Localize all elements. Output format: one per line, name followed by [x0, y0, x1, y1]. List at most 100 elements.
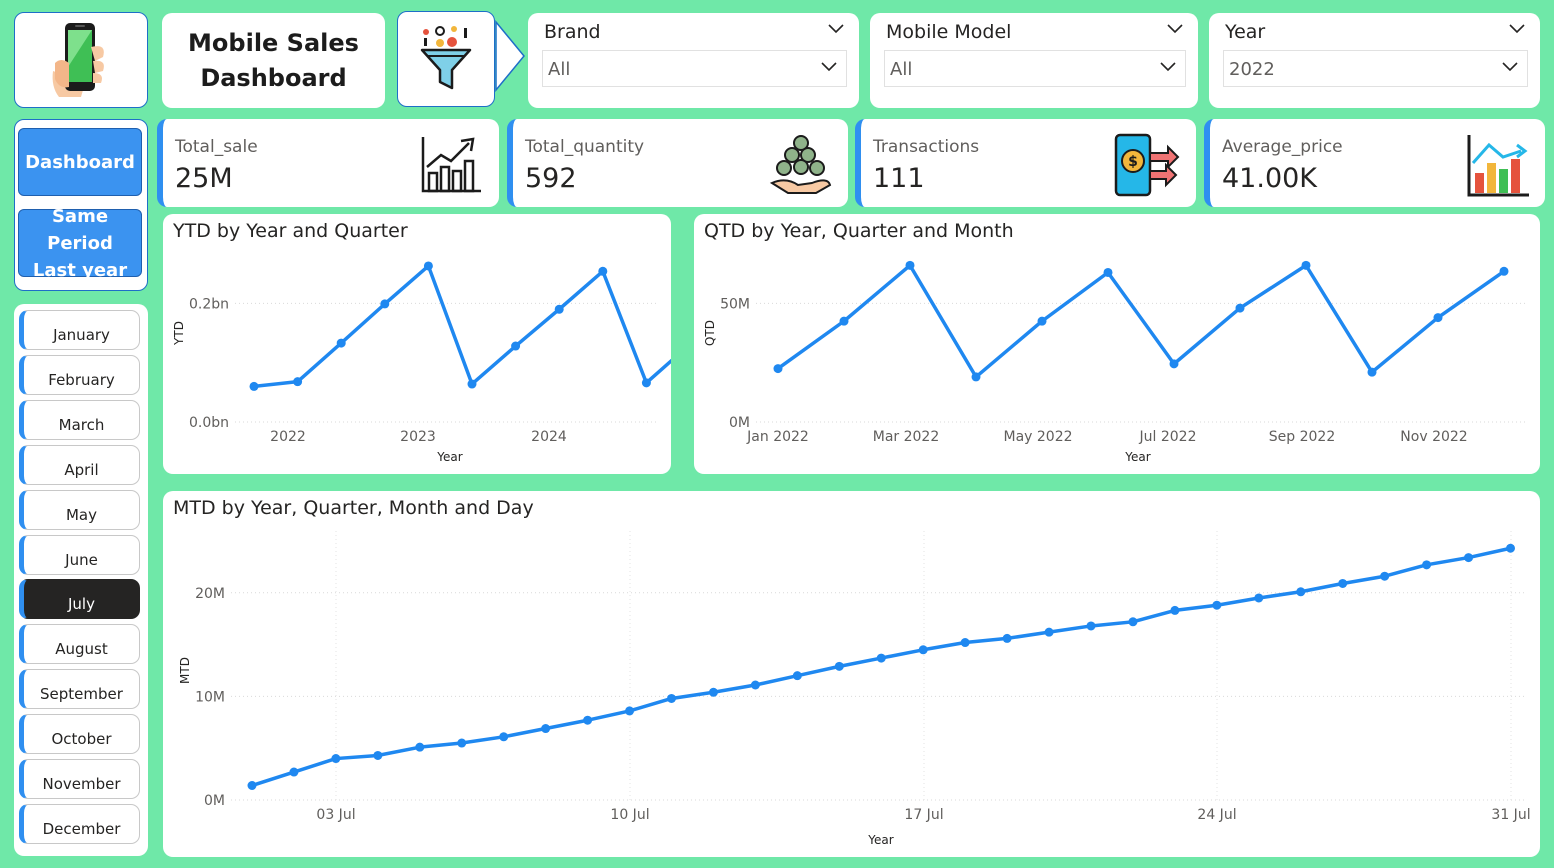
phone-in-hand-icon	[52, 23, 104, 97]
month-label: September	[40, 685, 123, 703]
month-label: November	[42, 775, 121, 793]
data-point	[1254, 593, 1264, 603]
ytd-chart: YTD by Year and Quarter 0.0bn 0.2bn 2022 20…	[163, 214, 671, 474]
data-point	[960, 638, 970, 648]
data-point	[289, 767, 299, 777]
kpi-value: 111	[873, 163, 925, 194]
data-point	[247, 780, 257, 790]
data-point	[1499, 266, 1509, 276]
data-point	[336, 338, 346, 348]
chevron-down-icon[interactable]	[820, 61, 838, 73]
kpi-value: 592	[525, 163, 577, 194]
month-label: May	[65, 506, 97, 524]
month-button-july[interactable]: July	[19, 579, 140, 619]
kpi-value: 25M	[175, 163, 233, 194]
year-slicer[interactable]: Year 2022	[1209, 13, 1540, 108]
data-point	[750, 680, 760, 690]
brand-slicer[interactable]: Brand All	[528, 13, 859, 108]
month-button-november[interactable]: November	[19, 759, 140, 799]
year-dropdown[interactable]: 2022	[1223, 50, 1528, 87]
month-button-april[interactable]: April	[19, 445, 140, 485]
month-button-march[interactable]: March	[19, 400, 140, 440]
data-point	[331, 754, 341, 764]
y-tick-label: 0.2bn	[189, 296, 229, 312]
data-point	[1433, 313, 1443, 323]
x-tick-label: Sep 2022	[1269, 429, 1335, 445]
month-label: January	[53, 326, 110, 344]
funnel-icon	[420, 26, 472, 90]
month-button-february[interactable]: February	[19, 355, 140, 395]
dashboard-button[interactable]: Dashboard	[18, 128, 142, 196]
data-point	[834, 661, 844, 671]
mobile-model-selected-value: All	[890, 59, 913, 80]
same-period-label-line-2: Last year	[32, 259, 128, 281]
y-tick-label: 0M	[204, 793, 225, 809]
month-label: December	[42, 820, 121, 838]
month-button-may[interactable]: May	[19, 490, 140, 530]
kpi-label: Total_sale	[175, 137, 258, 157]
x-tick-label: 17 Jul	[904, 807, 943, 823]
month-button-december[interactable]: December	[19, 804, 140, 844]
x-tick-label: 24 Jul	[1197, 807, 1236, 823]
kpi-card-average-price: Average_price 41.00K	[1204, 119, 1545, 207]
series-line	[776, 263, 1506, 379]
chevron-down-icon[interactable]	[1508, 23, 1526, 35]
data-point	[415, 742, 425, 752]
data-point	[876, 653, 886, 663]
brand-dropdown[interactable]: All	[542, 50, 847, 87]
y-axis-title: YTD	[172, 321, 186, 346]
mobile-model-slicer[interactable]: Mobile Model All	[870, 13, 1198, 108]
filter-card[interactable]	[397, 11, 495, 107]
month-button-june[interactable]: June	[19, 535, 140, 575]
data-point	[583, 715, 593, 725]
y-tick-label: 20M	[195, 586, 225, 602]
data-point	[1170, 605, 1180, 615]
data-point	[1169, 359, 1179, 369]
month-button-august[interactable]: August	[19, 624, 140, 664]
data-point	[1044, 627, 1054, 637]
mobile-model-dropdown[interactable]: All	[884, 50, 1186, 87]
logo-card	[14, 12, 148, 108]
data-point	[1338, 578, 1348, 588]
data-point	[457, 738, 467, 748]
kpi-card-total-sale: Total_sale 25M	[157, 119, 499, 207]
x-tick-label: 2023	[400, 429, 436, 445]
chevron-down-icon[interactable]	[827, 23, 845, 35]
series-line	[253, 264, 671, 389]
kpi-label: Transactions	[873, 137, 980, 157]
data-point	[1235, 303, 1245, 313]
x-tick-label: Jan 2022	[746, 429, 809, 445]
svg-text:$: $	[1128, 154, 1138, 170]
chart-svg: 0M50MJan 2022 Mar 2022 May 2022 Jul 2022 Sep…	[703, 260, 1526, 464]
chevron-down-icon[interactable]	[1166, 23, 1184, 35]
data-point	[499, 732, 509, 742]
data-point	[1422, 560, 1432, 570]
data-point	[467, 379, 477, 389]
x-tick-label: Jul 2022	[1139, 429, 1197, 445]
kpi-value: 41.00K	[1222, 163, 1318, 194]
kpi-label: Total_quantity	[525, 137, 645, 157]
qtd-chart: QTD by Year, Quarter and Month 0M 50M Jan …	[694, 214, 1540, 474]
month-button-october[interactable]: October	[19, 714, 140, 754]
data-point	[1002, 633, 1012, 643]
brand-selected-value: All	[548, 59, 571, 80]
month-slicer: January February March April May June Ju…	[14, 304, 148, 856]
same-period-last-year-button[interactable]: Same Period Last year	[18, 206, 142, 281]
title-line-2: Dashboard	[200, 63, 347, 92]
month-label: October	[51, 730, 112, 748]
data-point	[1301, 260, 1311, 270]
data-point	[1506, 543, 1515, 553]
kpi-label: Average_price	[1222, 137, 1343, 157]
chevron-down-icon[interactable]	[1159, 61, 1177, 73]
data-point	[667, 693, 676, 703]
x-tick-label: May 2022	[1003, 429, 1072, 445]
month-button-september[interactable]: September	[19, 669, 140, 709]
month-button-january[interactable]: January	[19, 310, 140, 350]
y-tick-label: 10M	[195, 689, 225, 705]
data-point	[905, 260, 915, 270]
x-tick-label: Nov 2022	[1400, 429, 1467, 445]
chevron-down-icon[interactable]	[1501, 61, 1519, 73]
title-line-1: Mobile Sales	[188, 28, 359, 57]
data-point	[641, 378, 651, 388]
data-point	[1464, 553, 1474, 563]
